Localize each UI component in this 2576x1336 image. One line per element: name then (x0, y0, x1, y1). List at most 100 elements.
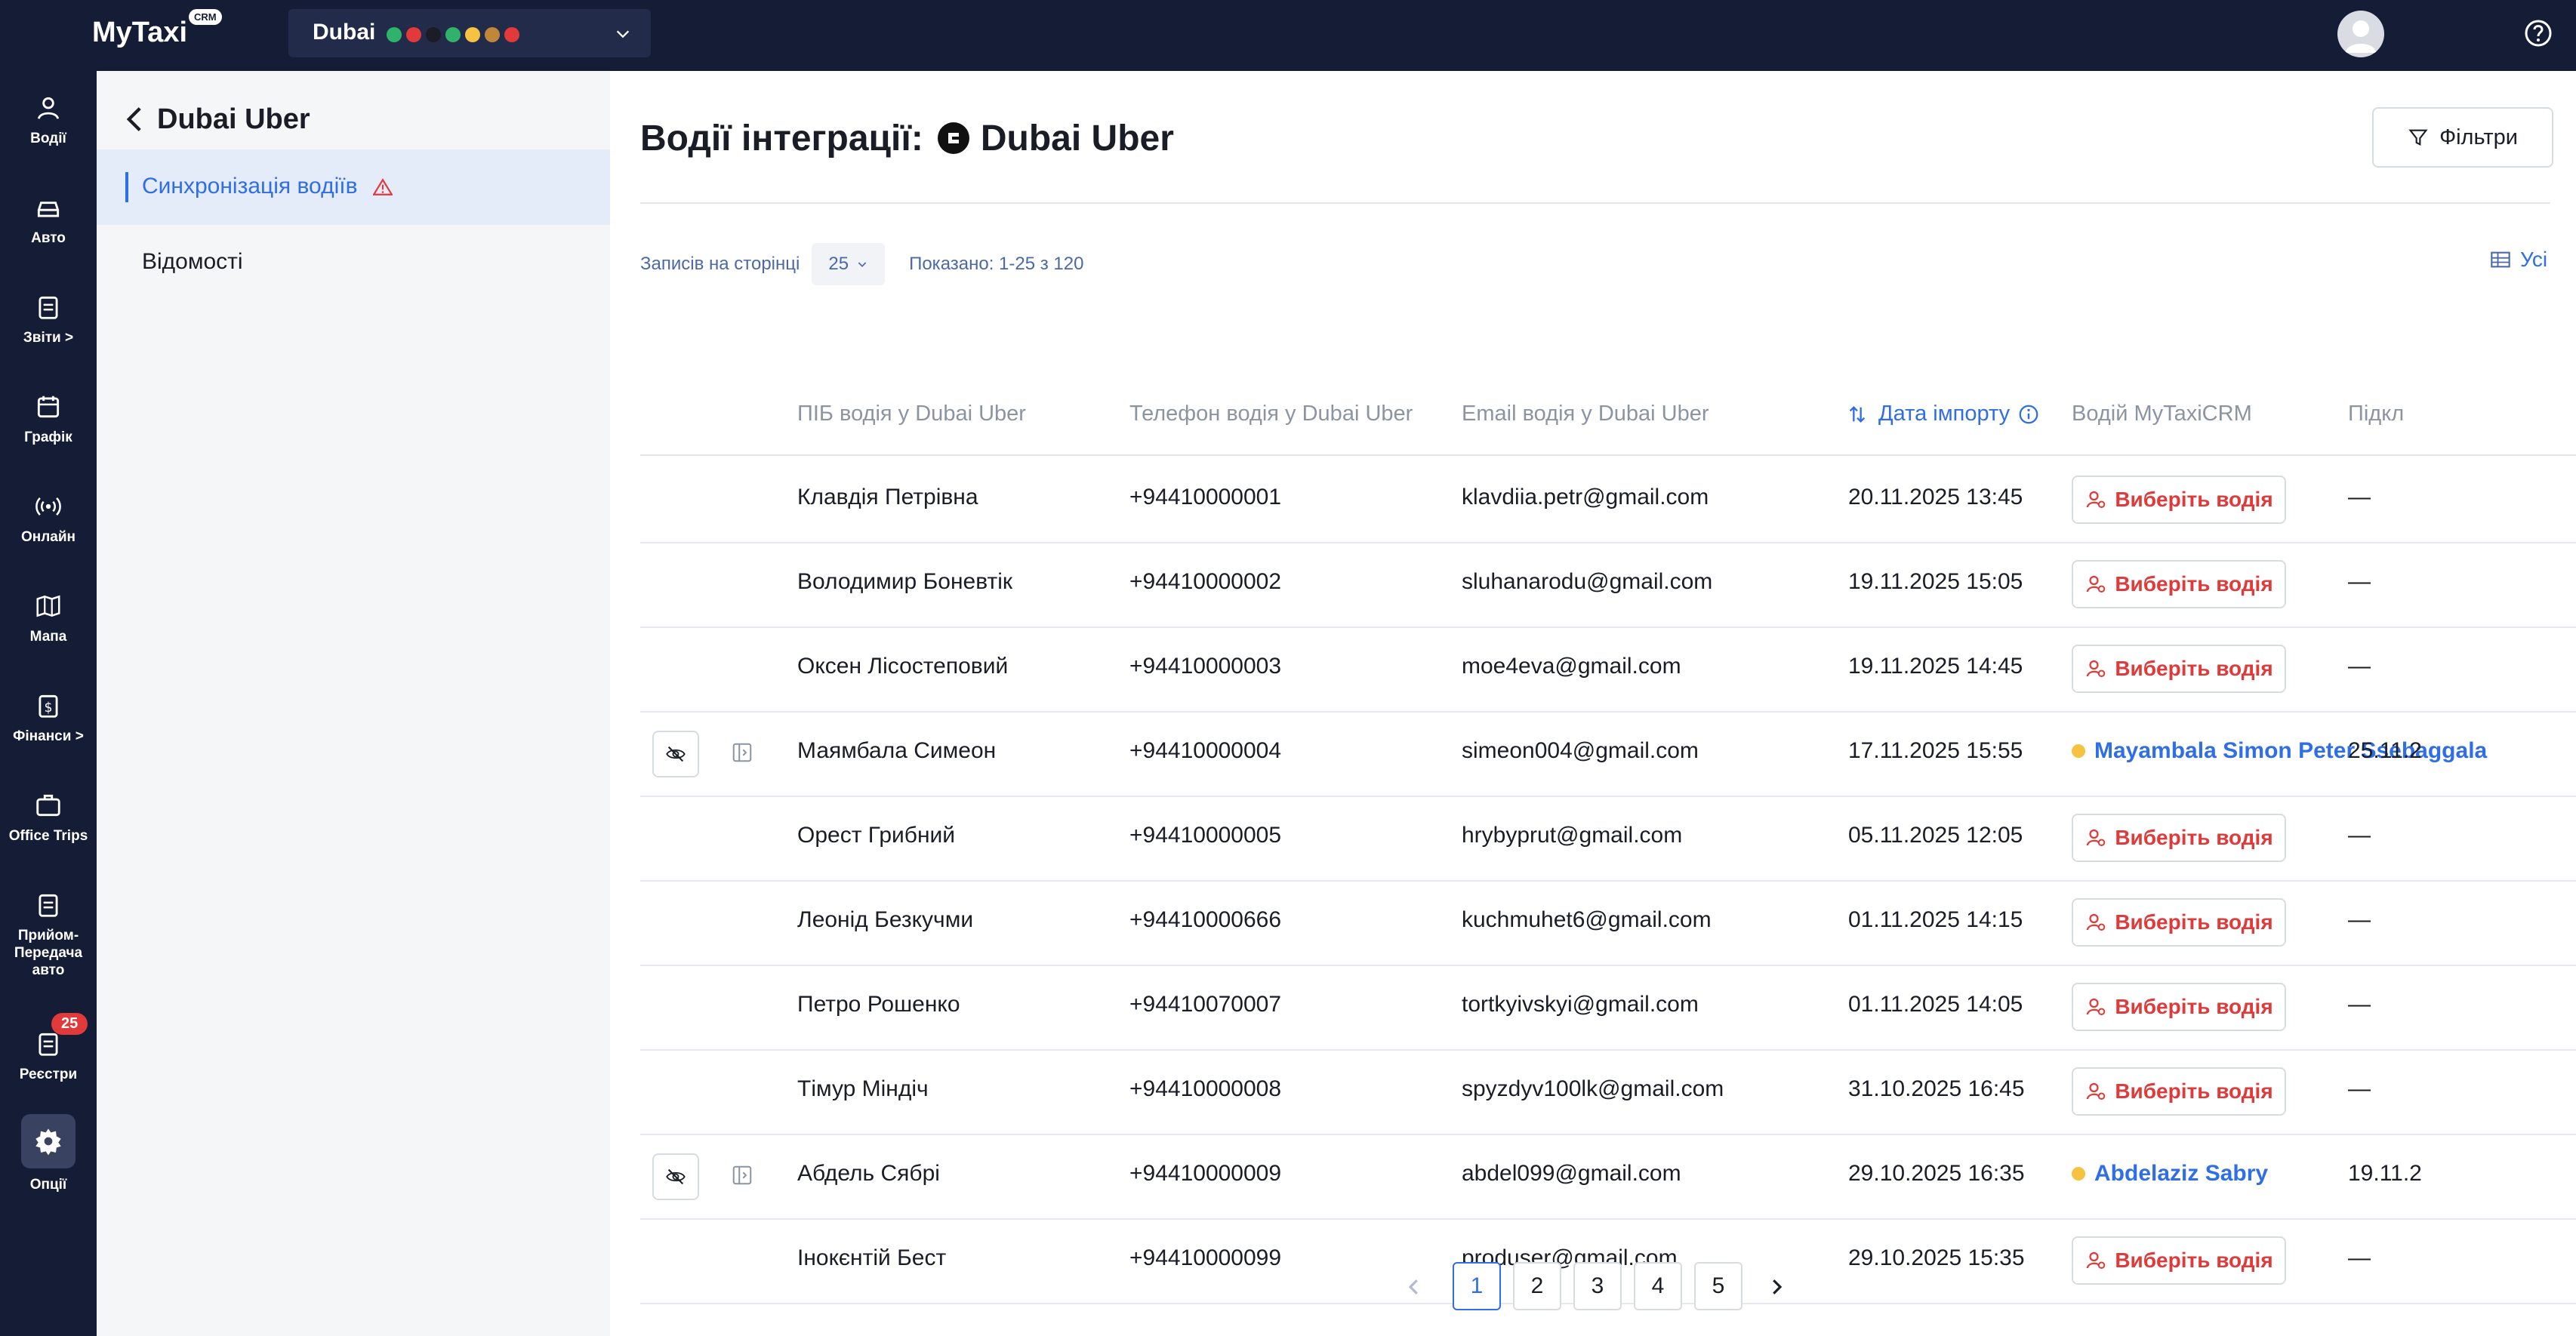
driver-name: Абдель Сябрі (797, 1161, 940, 1186)
table-row[interactable]: Маямбала Симеон +94410000004 simeon004@gma… (640, 711, 2576, 797)
driver-name: Леонід Безкучми (797, 907, 974, 932)
sort-icon (1849, 405, 1866, 423)
per-page-select[interactable]: 25 (812, 243, 886, 285)
driver-phone: +94410000002 (1129, 569, 1282, 594)
column-header-name[interactable]: ПІБ водія у Dubai Uber (797, 402, 1026, 426)
connected-date: — (2348, 823, 2371, 848)
chevron-left-icon (126, 107, 141, 131)
nav-item-map[interactable]: Мапа (0, 592, 97, 645)
table-row[interactable]: Клавдія Петрівна +94410000001 klavdiia.pet… (640, 457, 2576, 543)
table-row[interactable]: Леонід Безкучми +94410000666 kuchmuhet6@gm… (640, 880, 2576, 966)
nav-label: Мапа (29, 629, 67, 645)
linked-driver-link[interactable]: Mayambala Simon Peter Ssebaggala (2072, 738, 2487, 764)
unlink-driver-button[interactable] (652, 731, 699, 777)
page-button[interactable]: 3 (1573, 1262, 1622, 1310)
driver-email: simeon004@gmail.com (1462, 738, 1699, 763)
driver-email: kuchmuhet6@gmail.com (1462, 907, 1712, 932)
filters-button[interactable]: Фільтри (2372, 107, 2553, 168)
column-header-email[interactable]: Email водія у Dubai Uber (1462, 402, 1709, 426)
unlink-driver-button[interactable] (652, 1153, 699, 1200)
connected-date: — (2348, 1076, 2371, 1101)
app-logo[interactable]: MyTaxi (92, 17, 187, 49)
nav-item-reports[interactable]: Звіти > (0, 293, 97, 346)
driver-email: abdel099@gmail.com (1462, 1161, 1681, 1186)
choose-driver-label: Виберіть водія (2115, 1079, 2273, 1103)
broadcast-icon (35, 497, 61, 516)
import-date: 01.11.2025 14:05 (1848, 992, 2023, 1017)
column-header-mytaxi-driver[interactable]: Водій MyTaxiCRM (2072, 402, 2252, 426)
choose-driver-button[interactable]: Виберіть водія (2072, 814, 2286, 862)
status-dot (485, 27, 500, 42)
driver-name: Клавдія Петрівна (797, 485, 978, 509)
page-button[interactable]: 5 (1694, 1262, 1742, 1310)
table-header: ПІБ водія у Dubai Uber Телефон водія у D… (640, 373, 2576, 456)
user-link-icon (2086, 660, 2106, 677)
column-header-label: Дата імпорту (1878, 402, 2011, 426)
nav-item-drivers[interactable]: Водії (0, 94, 97, 147)
page-title: Водії інтеграції: Dubai Uber (640, 112, 1174, 165)
import-date: 31.10.2025 16:45 (1848, 1076, 2025, 1101)
column-header-import-date[interactable]: Дата імпорту (1848, 402, 2052, 426)
nav-item-office-trips[interactable]: Office Trips (0, 791, 97, 845)
page-button[interactable]: 4 (1634, 1262, 1682, 1310)
car-icon (37, 202, 60, 217)
sidebar-item-driver-sync[interactable]: Синхронізація водіїв (97, 149, 610, 225)
connected-date: — (2348, 569, 2371, 594)
table-row[interactable]: Тімур Міндіч +94410000008 spyzdyv100lk@gma… (640, 1049, 2576, 1135)
sidebar-item-label: Синхронізація водіїв (142, 174, 358, 199)
linked-driver-link[interactable]: Abdelaziz Sabry (2072, 1161, 2268, 1187)
choose-driver-label: Виберіть водія (2115, 657, 2273, 680)
driver-name: Володимир Боневтік (797, 569, 1012, 594)
connected-date: — (2348, 485, 2371, 509)
choose-driver-button[interactable]: Виберіть водія (2072, 476, 2286, 524)
user-avatar[interactable] (2337, 11, 2384, 57)
columns-toggle[interactable]: Усі (2490, 248, 2547, 272)
nav-item-finance[interactable]: $ Фінанси > (0, 691, 97, 745)
integration-sidebar: Dubai Uber Синхронізація водіїв Відомост… (97, 71, 610, 1336)
nav-item-cars[interactable]: Авто (0, 193, 97, 247)
driver-phone: +94410000009 (1129, 1161, 1282, 1186)
chevron-left-icon[interactable] (1403, 1276, 1425, 1298)
driver-name: Орест Грибний (797, 823, 956, 848)
chevron-right-icon[interactable] (1765, 1276, 1788, 1298)
table-row[interactable]: Орест Грибний +94410000005 hrybyprut@gmail… (640, 796, 2576, 882)
nav-item-car-handover[interactable]: Прийом-Передача авто (0, 891, 97, 979)
nav-item-options[interactable]: Опції (0, 1114, 97, 1193)
column-header-connected[interactable]: Підкл (2348, 402, 2404, 426)
page-title-prefix: Водії інтеграції: (640, 118, 923, 159)
status-dot (387, 27, 402, 42)
open-side-panel-button[interactable] (720, 1153, 764, 1197)
choose-driver-button[interactable]: Виберіть водія (2072, 898, 2286, 947)
table-icon (2491, 251, 2510, 268)
sidebar-item-statements[interactable]: Відомості (97, 225, 610, 300)
back-to-integrations[interactable]: Dubai Uber (124, 97, 310, 142)
nav-item-registries[interactable]: 25 Реєстри (0, 1013, 97, 1083)
user-link-icon (2086, 998, 2106, 1015)
city-selector[interactable]: Dubai (288, 9, 651, 57)
page-button[interactable]: 1 (1453, 1262, 1501, 1310)
choose-driver-button[interactable]: Виберіть водія (2072, 645, 2286, 693)
table-row[interactable]: Абдель Сябрі +94410000009 abdel099@gmail.c… (640, 1134, 2576, 1220)
clipboard-icon (39, 296, 58, 319)
nav-item-online[interactable]: Онлайн (0, 492, 97, 546)
help-icon[interactable] (2523, 18, 2553, 48)
choose-driver-button[interactable]: Виберіть водія (2072, 560, 2286, 608)
records-per-page-label: Записів на сторінці (640, 254, 800, 274)
choose-driver-button[interactable]: Виберіть водія (2072, 1067, 2286, 1116)
table-row[interactable]: Володимир Боневтік +94410000002 sluhanarod… (640, 542, 2576, 628)
main-content: Водії інтеграції: Dubai Uber Фільтри Зап… (610, 71, 2576, 1336)
user-link-icon (2086, 829, 2106, 846)
pagination: 12345 (0, 1262, 2576, 1315)
driver-name: Петро Рошенко (797, 992, 960, 1017)
driver-phone: +94410070007 (1129, 992, 1282, 1017)
page-title-integration: Dubai Uber (980, 118, 1174, 159)
table-row[interactable]: Оксен Лісостеповий +94410000003 moe4eva@gm… (640, 626, 2576, 713)
open-side-panel-button[interactable] (720, 731, 764, 774)
info-icon[interactable] (2017, 403, 2040, 426)
nav-item-schedule[interactable]: Графік (0, 392, 97, 446)
columns-label: Усі (2520, 248, 2548, 271)
table-row[interactable]: Петро Рошенко +94410070007 tortkyivskyi@gm… (640, 965, 2576, 1051)
page-button[interactable]: 2 (1513, 1262, 1561, 1310)
column-header-phone[interactable]: Телефон водія у Dubai Uber (1129, 402, 1413, 426)
choose-driver-button[interactable]: Виберіть водія (2072, 983, 2286, 1031)
